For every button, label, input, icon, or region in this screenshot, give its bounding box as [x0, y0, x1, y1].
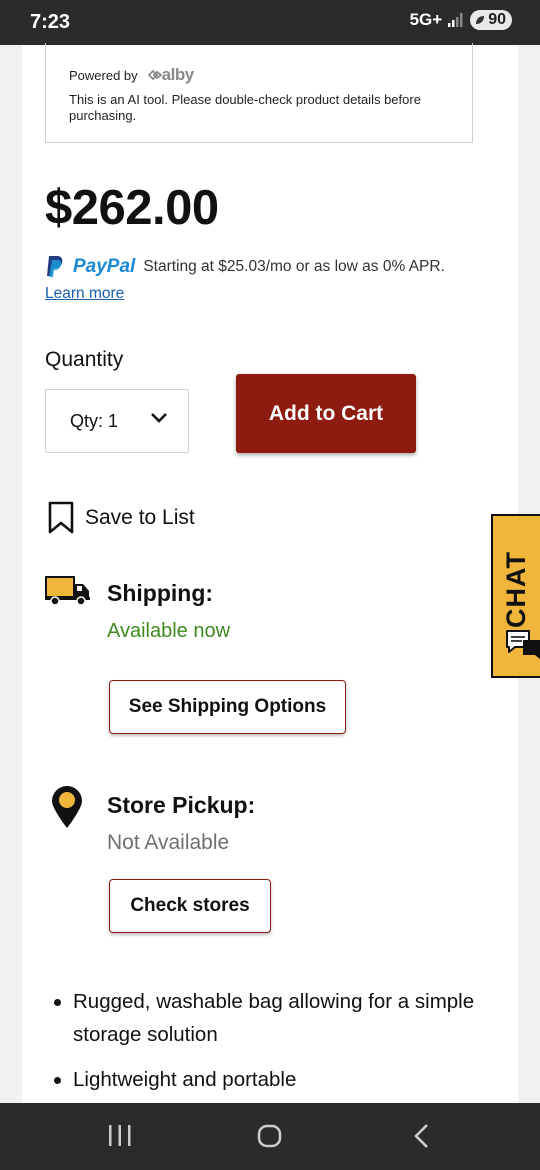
status-bar: 7:23 5G+ 90 [0, 0, 540, 45]
bookmark-icon [48, 501, 74, 534]
network-type: 5G+ [409, 10, 443, 29]
truck-icon [45, 576, 90, 606]
feature-list: Rugged, washable bag allowing for a simp… [52, 985, 482, 1108]
recent-apps-icon[interactable] [108, 1123, 132, 1149]
shipping-title: Shipping: [107, 580, 214, 606]
alby-powered-by: Powered by alby [69, 65, 194, 85]
quantity-label: Quantity [45, 348, 124, 371]
chat-tab-button[interactable]: CHAT [491, 514, 540, 678]
battery-indicator: 90 [470, 10, 512, 30]
save-to-list-label: Save to List [85, 506, 195, 529]
save-to-list-button[interactable]: Save to List [47, 501, 195, 535]
feature-item: Lightweight and portable [52, 1063, 482, 1096]
signal-icon [448, 13, 463, 27]
back-icon[interactable] [412, 1123, 432, 1149]
alby-widget: Powered by alby This is an AI tool. Plea… [45, 43, 473, 143]
add-to-cart-button[interactable]: Add to Cart [236, 374, 416, 453]
alby-logo-text: alby [161, 65, 195, 84]
home-icon[interactable] [257, 1123, 283, 1149]
chat-bubble-icon [506, 630, 540, 660]
see-shipping-options-button[interactable]: See Shipping Options [109, 680, 346, 734]
shipping-status: Available now [107, 620, 231, 642]
product-price: $262.00 [45, 181, 219, 235]
paypal-learn-more-link[interactable]: Learn more [45, 285, 124, 303]
check-stores-button[interactable]: Check stores [109, 879, 271, 933]
paypal-logo-icon [47, 256, 63, 277]
alby-logo: alby [147, 65, 195, 85]
alby-mark-icon [147, 69, 163, 81]
quantity-select[interactable]: Qty: 1 [45, 389, 189, 453]
store-pickup-status: Not Available [107, 831, 230, 854]
paypal-promo: PayPal Starting at $25.03/mo or as low a… [45, 255, 445, 278]
battery-level: 90 [488, 11, 506, 28]
status-time: 7:23 [30, 11, 71, 33]
paypal-financing-text: Starting at $25.03/mo or as low as 0% AP… [143, 257, 445, 275]
battery-leaf-icon [476, 16, 485, 24]
system-nav-bar [0, 1103, 540, 1170]
chevron-down-icon [151, 413, 167, 423]
store-pickup-title: Store Pickup: [107, 792, 256, 818]
product-panel: Powered by alby This is an AI tool. Plea… [22, 43, 518, 1103]
chat-label: CHAT [501, 551, 531, 628]
quantity-select-value: Qty: 1 [70, 410, 119, 431]
feature-item: Rugged, washable bag allowing for a simp… [52, 985, 482, 1051]
powered-by-label: Powered by [69, 67, 138, 83]
alby-disclaimer: This is an AI tool. Please double-check … [69, 92, 421, 123]
location-pin-icon [52, 786, 82, 828]
status-indicators: 5G+ 90 [410, 10, 512, 30]
paypal-brand: PayPal [73, 255, 136, 277]
